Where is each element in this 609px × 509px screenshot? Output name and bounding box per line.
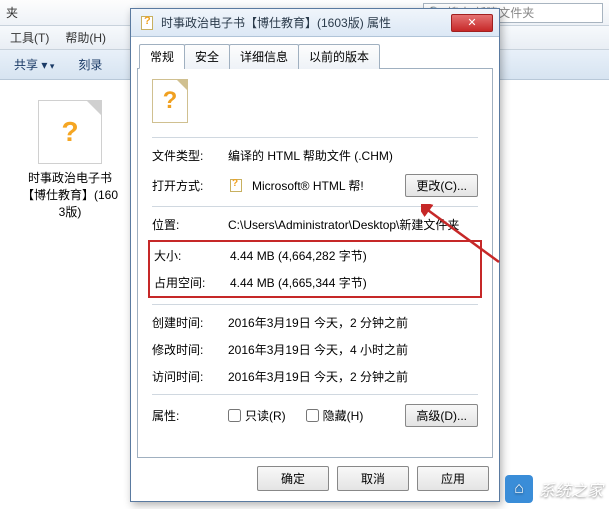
- watermark: ⌂ 系统之家: [505, 475, 603, 503]
- dialog-title: 时事政治电子书【博仕教育】(1603版) 属性: [161, 14, 451, 31]
- tab-details[interactable]: 详细信息: [229, 44, 299, 69]
- file-name: 时事政治电子书【博仕教育】(1603版): [20, 170, 120, 220]
- value-sizeondisk: 4.44 MB (4,665,344 字节): [230, 274, 476, 291]
- cancel-button[interactable]: 取消: [337, 466, 409, 491]
- dialog-buttons: 确定 取消 应用: [137, 458, 493, 495]
- menu-help[interactable]: 帮助(H): [65, 29, 106, 46]
- properties-dialog: ? 时事政治电子书【博仕教育】(1603版) 属性 ✕ 常规 安全 详细信息 以…: [130, 8, 500, 502]
- value-size: 4.44 MB (4,664,282 字节): [230, 247, 476, 264]
- value-filetype: 编译的 HTML 帮助文件 (.CHM): [228, 147, 478, 164]
- size-highlight: 大小: 4.44 MB (4,664,282 字节) 占用空间: 4.44 MB…: [148, 240, 482, 298]
- hidden-input[interactable]: [306, 409, 319, 422]
- ok-button[interactable]: 确定: [257, 466, 329, 491]
- label-sizeondisk: 占用空间:: [154, 274, 226, 291]
- chm-file-icon: ?: [38, 100, 102, 164]
- readonly-label: 只读(R): [245, 407, 286, 424]
- label-attributes: 属性:: [152, 407, 224, 424]
- hidden-label: 隐藏(H): [323, 407, 364, 424]
- openwith-icon: ?: [228, 178, 244, 194]
- change-button[interactable]: 更改(C)...: [405, 174, 478, 197]
- label-created: 创建时间:: [152, 314, 224, 331]
- breadcrumb[interactable]: 夹: [6, 4, 18, 21]
- file-big-icon: ?: [152, 79, 188, 123]
- label-size: 大小:: [154, 247, 226, 264]
- value-openwith: Microsoft® HTML 帮!: [252, 177, 401, 194]
- close-button[interactable]: ✕: [451, 14, 493, 32]
- watermark-text: 系统之家: [539, 477, 603, 501]
- value-location: C:\Users\Administrator\Desktop\新建文件夹: [228, 216, 478, 233]
- value-modified: 2016年3月19日 今天，4 小时之前: [228, 341, 478, 358]
- tab-security[interactable]: 安全: [184, 44, 230, 69]
- value-created: 2016年3月19日 今天，2 分钟之前: [228, 314, 478, 331]
- readonly-input[interactable]: [228, 409, 241, 422]
- menu-tools[interactable]: 工具(T): [10, 29, 49, 46]
- tab-strip: 常规 安全 详细信息 以前的版本: [137, 44, 493, 69]
- cmd-burn[interactable]: 刻录: [72, 54, 108, 75]
- chm-icon: ?: [139, 15, 155, 31]
- tab-general[interactable]: 常规: [139, 44, 185, 69]
- label-openwith: 打开方式:: [152, 177, 224, 194]
- label-filetype: 文件类型:: [152, 147, 224, 164]
- hidden-checkbox[interactable]: 隐藏(H): [306, 407, 364, 424]
- advanced-button[interactable]: 高级(D)...: [405, 404, 478, 427]
- cmd-share[interactable]: 共享 ▾: [8, 54, 60, 75]
- titlebar[interactable]: ? 时事政治电子书【博仕教育】(1603版) 属性 ✕: [131, 9, 499, 37]
- tab-panel-general: ? 文件类型: 编译的 HTML 帮助文件 (.CHM) 打开方式: ? Mic…: [137, 68, 493, 458]
- value-accessed: 2016年3月19日 今天，2 分钟之前: [228, 368, 478, 385]
- file-item[interactable]: ? 时事政治电子书【博仕教育】(1603版): [20, 100, 120, 220]
- label-location: 位置:: [152, 216, 224, 233]
- apply-button[interactable]: 应用: [417, 466, 489, 491]
- label-modified: 修改时间:: [152, 341, 224, 358]
- watermark-logo-icon: ⌂: [505, 475, 533, 503]
- readonly-checkbox[interactable]: 只读(R): [228, 407, 286, 424]
- label-accessed: 访问时间:: [152, 368, 224, 385]
- filename-field[interactable]: [200, 83, 478, 119]
- tab-previous[interactable]: 以前的版本: [298, 44, 380, 69]
